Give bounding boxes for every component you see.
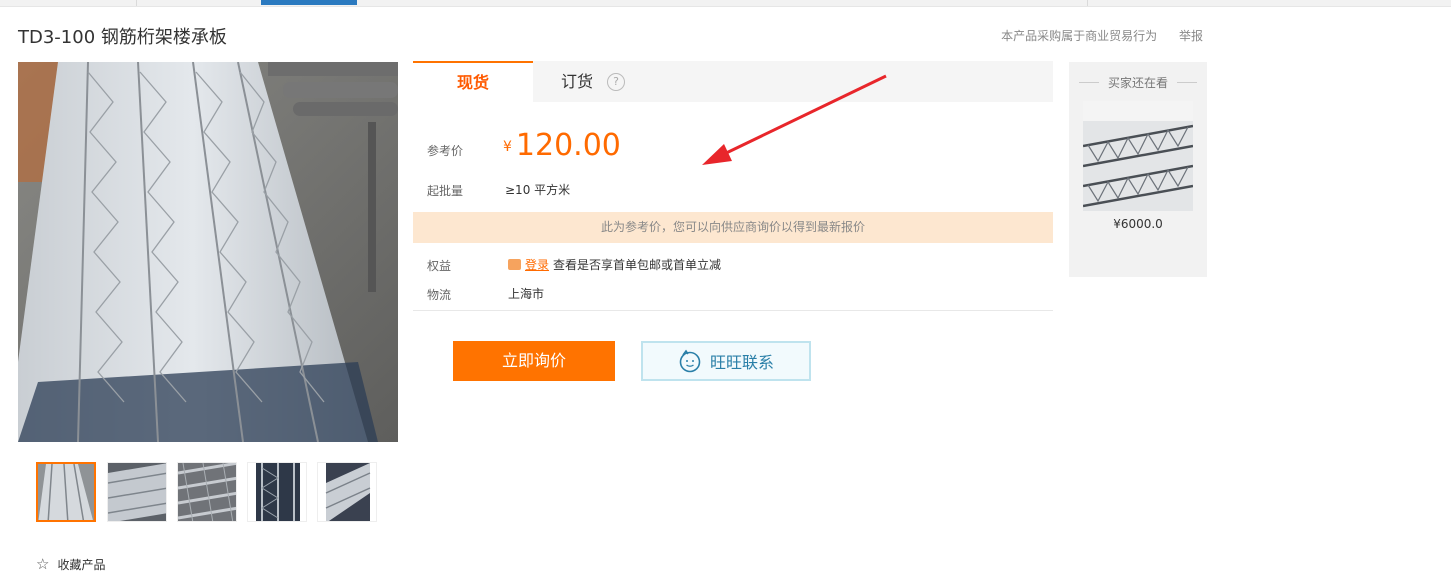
also-viewed-photo <box>1083 101 1193 211</box>
logistics-value: 上海市 <box>508 287 545 301</box>
tab-order[interactable]: 订货? <box>533 61 653 102</box>
favorite-product[interactable]: ☆ 收藏产品 <box>36 555 105 573</box>
report-link[interactable]: 举报 <box>1179 29 1203 43</box>
favorite-label: 收藏产品 <box>57 557 106 572</box>
also-viewed-price: ¥6000.0 <box>1113 217 1163 231</box>
top-nav-strip <box>0 0 1451 7</box>
benefits-row: 登录 查看是否享首单包邮或首单立减 <box>508 256 721 273</box>
coupon-icon <box>508 259 521 270</box>
product-title: TD3-100 钢筋桁架楼承板 <box>18 27 227 48</box>
product-photo <box>18 62 398 442</box>
moq-value: ≥10 平方米 <box>505 183 571 197</box>
currency-symbol: ¥ <box>503 139 512 155</box>
top-links: 本产品采购属于商业贸易行为 举报 <box>1001 27 1203 44</box>
thumbnail-3[interactable] <box>177 462 237 522</box>
thumbnail-image <box>38 464 94 520</box>
thumbnail-image <box>248 463 306 521</box>
wangwang-contact-button[interactable]: 旺旺联系 <box>641 341 811 381</box>
thumbnail-4[interactable] <box>247 462 307 522</box>
benefits-label: 权益 <box>427 259 452 273</box>
thumbnail-image <box>318 463 376 521</box>
logistics-label: 物流 <box>427 288 452 302</box>
main-product-image[interactable] <box>18 62 398 442</box>
inquire-now-button[interactable]: 立即询价 <box>453 341 615 381</box>
benefits-text: 查看是否享首单包邮或首单立减 <box>553 258 722 272</box>
moq-label: 起批量 <box>427 184 464 198</box>
login-link[interactable]: 登录 <box>525 256 549 273</box>
tab-order-label: 订货 <box>560 72 593 91</box>
price-display: ¥120.00 <box>503 128 621 163</box>
also-viewed-title: 买家还在看 <box>1079 74 1197 91</box>
price-amount: 120.00 <box>515 128 621 163</box>
tab-spot[interactable]: 现货 <box>413 61 533 102</box>
wangwang-label: 旺旺联系 <box>709 353 774 372</box>
section-divider <box>413 310 1053 311</box>
help-icon[interactable]: ? <box>607 73 625 91</box>
reference-price-label: 参考价 <box>427 144 464 158</box>
also-viewed-product-image[interactable] <box>1083 101 1193 211</box>
thumbnail-2[interactable] <box>107 462 167 522</box>
star-icon: ☆ <box>36 555 50 573</box>
thumbnail-5[interactable] <box>317 462 377 522</box>
thumbnail-image <box>108 463 166 521</box>
reference-price-notice: 此为参考价，您可以向供应商询价以得到最新报价 <box>413 212 1053 243</box>
thumbnail-1[interactable] <box>36 462 96 522</box>
thumbnail-image <box>178 463 236 521</box>
nav-separator <box>1087 0 1088 6</box>
thumbnail-strip <box>36 462 396 524</box>
trade-notice-link[interactable]: 本产品采购属于商业贸易行为 <box>1001 29 1157 43</box>
nav-separator <box>136 0 137 6</box>
active-nav-indicator <box>261 0 357 5</box>
wangwang-icon <box>679 349 701 373</box>
annotation-arrow-icon <box>702 74 887 165</box>
also-viewed-panel: 买家还在看 ¥6000.0 <box>1069 62 1207 277</box>
